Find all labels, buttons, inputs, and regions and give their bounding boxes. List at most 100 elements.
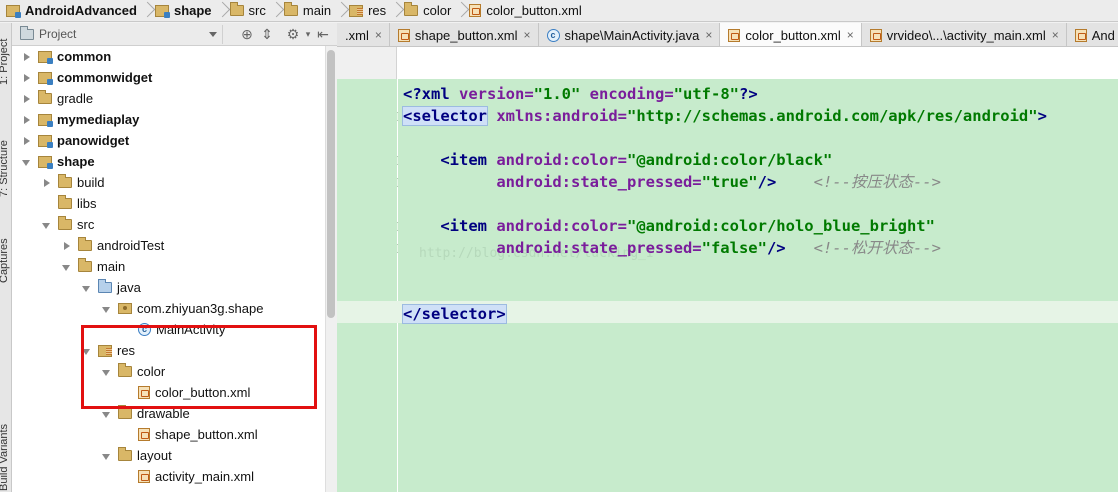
editor-tab-label: .xml — [345, 27, 369, 43]
expanded-arrow-icon[interactable] — [100, 449, 114, 463]
breadcrumb-item[interactable]: color — [400, 0, 455, 22]
folder-icon — [78, 258, 92, 272]
close-icon[interactable]: × — [1052, 28, 1059, 42]
breadcrumb-label: AndroidAdvanced — [25, 3, 137, 18]
gear-icon[interactable]: ⚙ — [283, 25, 303, 44]
tree-item-label: main — [97, 259, 126, 274]
editor-tab[interactable]: And — [1066, 23, 1118, 46]
breadcrumb-item[interactable]: main — [280, 0, 335, 22]
code-editor[interactable]: 1234567891011 http://blog.csdn.net/lucki… — [337, 47, 1118, 492]
tree-item[interactable]: common — [12, 46, 325, 67]
code-token: xml — [421, 85, 459, 103]
expanded-arrow-icon[interactable] — [20, 155, 34, 169]
editor-tab[interactable]: shape_button.xml × — [389, 23, 539, 46]
collapsed-arrow-icon[interactable] — [20, 134, 34, 148]
breadcrumb-item[interactable]: color_button.xml — [465, 0, 585, 22]
tree-item[interactable]: layout — [12, 445, 325, 466]
code-token: android:color= — [496, 151, 627, 169]
code-line: <item android:color="@android:color/holo… — [403, 215, 935, 237]
tree-item[interactable]: libs — [12, 193, 325, 214]
breadcrumb-item[interactable]: AndroidAdvanced — [2, 0, 141, 22]
collapsed-arrow-icon[interactable] — [20, 71, 34, 85]
collapsed-arrow-icon[interactable] — [20, 50, 34, 64]
tree-item-label: shape_button.xml — [155, 427, 258, 442]
tree-item[interactable]: androidTest — [12, 235, 325, 256]
editor-tab[interactable]: vrvideo\...\activity_main.xml × — [861, 23, 1067, 46]
tree-item[interactable]: commonwidget — [12, 67, 325, 88]
code-line: <item android:color="@android:color/blac… — [403, 149, 832, 171]
tree-item[interactable]: com.zhiyuan3g.shape — [12, 298, 325, 319]
project-view-label: Project — [39, 27, 77, 41]
tree-item-label: build — [77, 175, 105, 190]
collapse-all-icon[interactable]: ⇕ — [257, 25, 277, 44]
tree-item[interactable]: src — [12, 214, 325, 235]
breadcrumb-item[interactable]: shape — [151, 0, 216, 22]
module-icon — [38, 113, 53, 127]
code-token: "utf-8" — [673, 85, 739, 103]
tree-item[interactable]: gradle — [12, 88, 325, 109]
expanded-arrow-icon[interactable] — [80, 281, 94, 295]
project-view-selector[interactable]: Project — [20, 24, 223, 44]
close-icon[interactable]: × — [847, 28, 854, 42]
tree-item-label: androidTest — [97, 238, 165, 253]
code-line: <selector xmlns:android="http://schemas.… — [402, 105, 1047, 127]
class-icon: c — [546, 28, 560, 42]
module-icon — [154, 4, 170, 18]
hide-panel-icon[interactable]: ⇤ — [313, 25, 333, 44]
expanded-arrow-icon[interactable] — [60, 260, 74, 274]
navigation-breadcrumb: AndroidAdvanced shape src main res color color… — [0, 0, 1118, 22]
xml-file-icon — [397, 28, 410, 42]
editor-tab[interactable]: .xml × — [337, 23, 390, 46]
folder-icon — [58, 195, 72, 209]
collapsed-arrow-icon[interactable] — [20, 113, 34, 127]
tree-item-label: gradle — [57, 91, 94, 106]
editor-tab[interactable]: c shape\MainActivity.java × — [538, 23, 721, 46]
code-token: "1.0" — [533, 85, 581, 103]
module-icon — [38, 155, 53, 169]
code-token: "@android:color/holo_blue_bright" — [626, 217, 935, 235]
xml-file-icon — [138, 428, 150, 441]
expanded-arrow-icon[interactable] — [40, 218, 54, 232]
breadcrumb-label: shape — [173, 3, 212, 18]
code-token: <!--松开状态--> — [813, 239, 941, 257]
gutter-highlight — [337, 79, 397, 492]
close-icon[interactable]: × — [375, 28, 382, 42]
tree-item[interactable]: java — [12, 277, 325, 298]
chevron-right-icon — [270, 0, 280, 22]
left-tool-strip: 1: Project 7: Structure Captures Build V… — [0, 23, 12, 492]
tree-item[interactable]: panowidget — [12, 130, 325, 151]
editor-tab-label: shape_button.xml — [414, 27, 518, 43]
close-icon[interactable]: × — [705, 28, 712, 42]
tree-item[interactable]: shape — [12, 151, 325, 172]
module-icon — [38, 50, 53, 64]
target-icon[interactable]: ⊕ — [237, 25, 257, 44]
collapsed-arrow-icon[interactable] — [20, 92, 34, 106]
code-token: /> — [766, 239, 786, 257]
code-token: <? — [403, 85, 422, 103]
annotation-highlight-box — [81, 325, 317, 409]
collapsed-arrow-icon[interactable] — [60, 239, 74, 253]
tree-item[interactable]: activity_main.xml — [12, 466, 325, 487]
editor-tabs: .xml × shape_button.xml × c shape\MainActivit… — [337, 23, 1118, 47]
tree-item[interactable]: main — [12, 256, 325, 277]
code-token: android:color= — [496, 217, 627, 235]
breadcrumb-item[interactable]: src — [226, 0, 270, 22]
collapsed-arrow-icon[interactable] — [40, 176, 54, 190]
tree-item[interactable]: shape_button.xml — [12, 424, 325, 445]
tree-item-label: java — [117, 280, 141, 295]
close-icon[interactable]: × — [523, 28, 530, 42]
breadcrumb-item[interactable]: res — [345, 0, 390, 22]
expanded-arrow-icon[interactable] — [100, 302, 114, 316]
code-token: "false" — [701, 239, 767, 257]
code-token: "http://schemas.android.com/apk/res/andr… — [626, 107, 1038, 125]
editor-tab[interactable]: color_button.xml × — [720, 23, 862, 46]
tree-scrollbar-thumb[interactable] — [327, 50, 335, 318]
tree-item[interactable]: build — [12, 172, 325, 193]
tree-item-label: src — [77, 217, 95, 232]
editor-tab-label: And — [1091, 27, 1115, 43]
code-token: /> — [757, 173, 777, 191]
gear-dropdown-icon[interactable]: ▾ — [303, 25, 313, 44]
tree-item[interactable]: mymediaplay — [12, 109, 325, 130]
